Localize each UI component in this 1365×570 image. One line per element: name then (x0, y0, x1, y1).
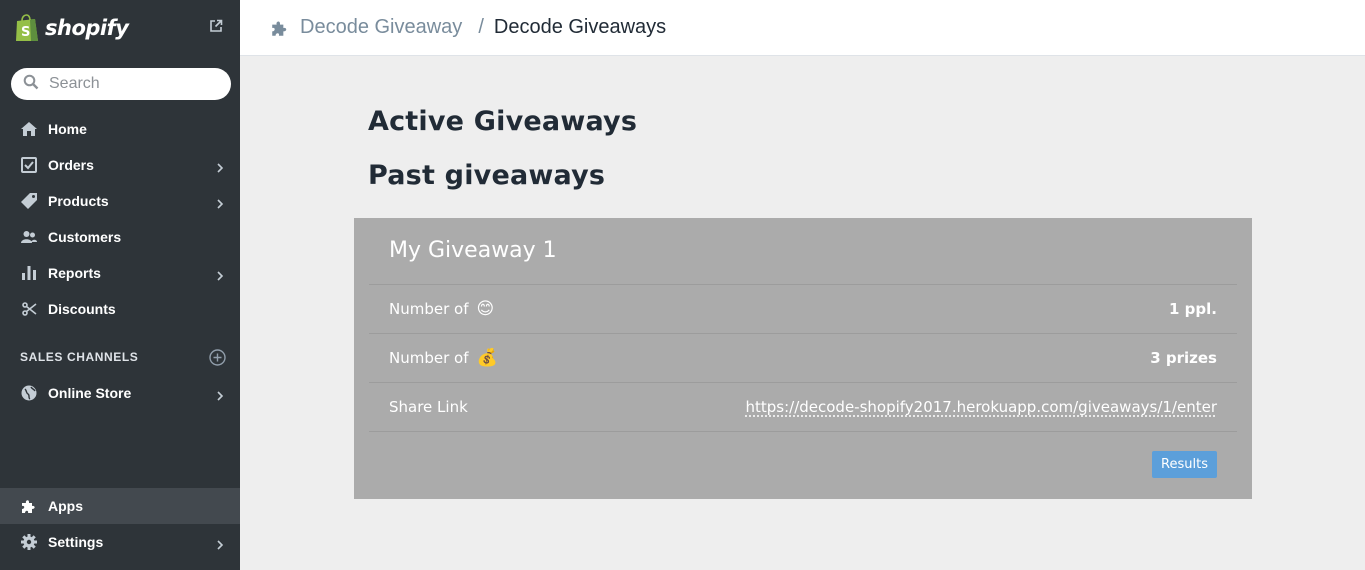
participants-label-group: Number of 😊 (389, 299, 494, 319)
tag-icon (20, 192, 38, 210)
prizes-label-group: Number of 💰 (389, 348, 498, 368)
participants-label: Number of (389, 300, 469, 318)
add-channel-icon[interactable] (209, 349, 226, 366)
bar-chart-icon (20, 264, 38, 282)
breadcrumb-parent-link[interactable]: Decode Giveaway (300, 16, 462, 39)
nav-item-discounts[interactable]: Discounts (0, 291, 240, 327)
participants-row: Number of 😊 1 ppl. (369, 284, 1237, 333)
breadcrumb-separator: / (478, 16, 484, 38)
nav-item-home[interactable]: Home (0, 111, 240, 147)
page-title: Decode Giveaways (493, 16, 667, 38)
puzzle-icon (270, 18, 290, 38)
chevron-right-icon (216, 268, 224, 281)
orders-icon (20, 156, 38, 174)
svg-text:S: S (21, 25, 30, 40)
sidebar: S shopify Home (0, 0, 240, 570)
nav-item-online-store[interactable]: Online Store (0, 375, 240, 411)
prizes-value: 3 prizes (1150, 349, 1217, 367)
chevron-right-icon (216, 160, 224, 173)
nav-item-settings[interactable]: Settings (0, 524, 240, 560)
gear-icon (20, 533, 38, 551)
prizes-label: Number of (389, 349, 469, 367)
bottom-nav: Apps Settings (0, 488, 240, 560)
participants-value: 1 ppl. (1169, 300, 1217, 318)
nav-item-apps[interactable]: Apps (0, 488, 240, 524)
top-bar: Decode Giveaway / Decode Giveaways (240, 0, 1365, 56)
brand[interactable]: S shopify (0, 0, 240, 55)
nav-label-customers: Customers (48, 229, 122, 245)
results-button[interactable]: Results (1152, 451, 1217, 478)
main-nav: Home Orders Products Customers Reports D… (0, 111, 240, 327)
nav-item-orders[interactable]: Orders (0, 147, 240, 183)
nav-label-home: Home (48, 121, 87, 137)
sales-channels-heading: SALES CHANNELS (0, 343, 240, 371)
card-divider (369, 431, 1237, 432)
nav-item-reports[interactable]: Reports (0, 255, 240, 291)
nav-label-online-store: Online Store (48, 385, 132, 401)
customers-icon (20, 228, 38, 246)
main-content: Active Giveaways Past giveaways My Givea… (240, 56, 1365, 570)
sales-channel-list: Online Store (0, 375, 240, 411)
brand-name: shopify (45, 15, 129, 40)
share-link-label: Share Link (389, 398, 468, 416)
nav-label-reports: Reports (48, 265, 101, 281)
search-input[interactable] (49, 75, 219, 93)
chevron-right-icon (216, 537, 224, 550)
nav-item-products[interactable]: Products (0, 183, 240, 219)
discount-icon (20, 300, 38, 318)
nav-label-orders: Orders (48, 157, 94, 173)
home-icon (20, 120, 38, 138)
search-box[interactable] (11, 68, 231, 100)
nav-label-products: Products (48, 193, 109, 209)
giveaway-title: My Giveaway 1 (389, 238, 557, 263)
nav-label-apps: Apps (48, 498, 83, 514)
smile-emoji-icon: 😊 (476, 299, 495, 319)
active-giveaways-heading: Active Giveaways (368, 106, 638, 137)
chevron-right-icon (216, 196, 224, 209)
sales-channels-label: SALES CHANNELS (20, 350, 139, 364)
search-icon (23, 74, 39, 95)
external-link-icon[interactable] (209, 19, 223, 33)
giveaway-card: My Giveaway 1 Number of 😊 1 ppl. Number … (354, 218, 1252, 499)
share-link[interactable]: https://decode-shopify2017.herokuapp.com… (745, 398, 1217, 416)
nav-label-settings: Settings (48, 534, 104, 550)
nav-item-customers[interactable]: Customers (0, 219, 240, 255)
nav-label-discounts: Discounts (48, 301, 116, 317)
puzzle-icon (20, 497, 38, 515)
globe-icon (20, 384, 38, 402)
past-giveaways-heading: Past giveaways (368, 160, 606, 191)
money-bag-emoji-icon: 💰 (476, 348, 498, 368)
shopify-bag-icon: S (14, 13, 40, 42)
chevron-right-icon (216, 388, 224, 401)
prizes-row: Number of 💰 3 prizes (369, 333, 1237, 382)
share-link-row: Share Link https://decode-shopify2017.he… (369, 382, 1237, 431)
